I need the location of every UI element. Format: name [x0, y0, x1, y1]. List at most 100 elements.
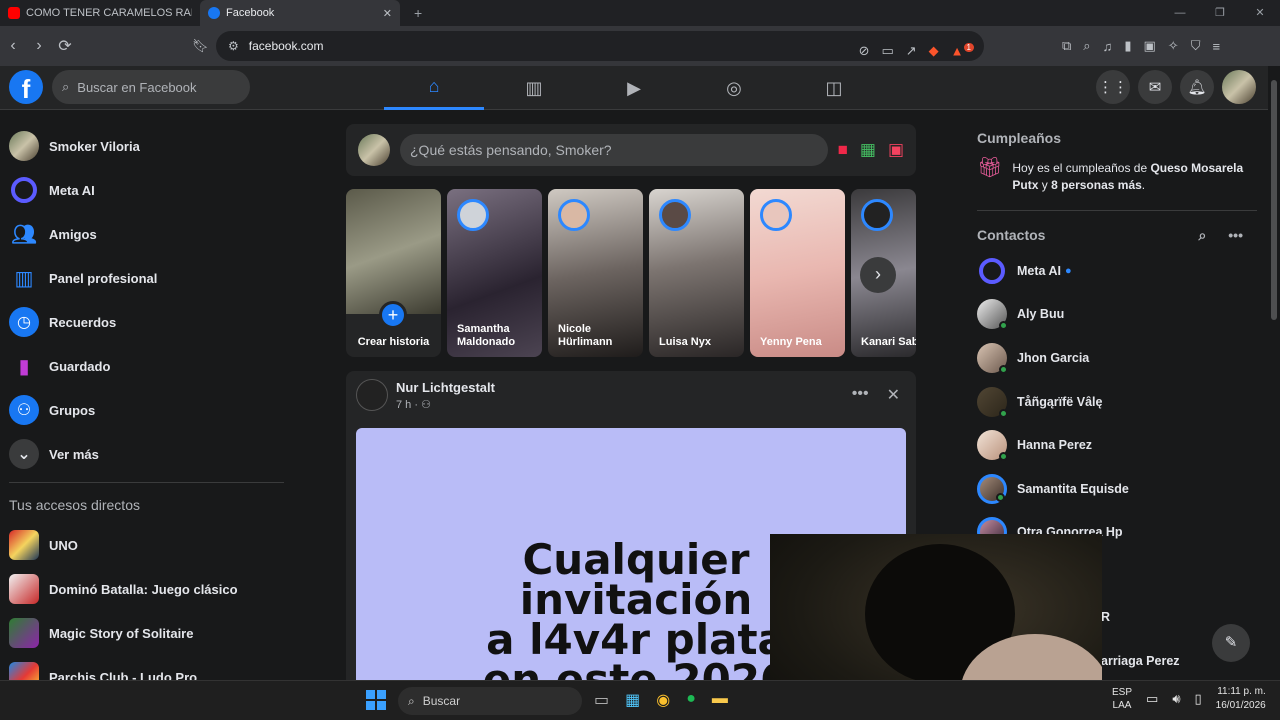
story-card[interactable]: Nicole Hürlimann [548, 189, 643, 357]
wallet-icon[interactable]: ▣ [1143, 38, 1155, 54]
live-video-icon[interactable]: ■ [838, 140, 848, 160]
site-info-icon[interactable]: ⚙︎ [228, 39, 239, 53]
sidebar-item-see-more[interactable]: ⌄ Ver más [0, 432, 295, 476]
nav-video-icon[interactable]: ▶ [584, 66, 684, 110]
contact-item-partial[interactable]: R [1101, 610, 1110, 624]
reel-icon[interactable]: ▣ [888, 140, 904, 160]
nav-groups-icon[interactable]: ◎ [684, 66, 784, 110]
sidebar-item-label: Grupos [49, 402, 96, 418]
tab-facebook[interactable]: Facebook ✕ [200, 0, 400, 26]
post-author-avatar[interactable] [356, 379, 388, 411]
contact-item[interactable]: Hanna Perez [977, 423, 1257, 467]
contacts-options-icon[interactable]: ••• [1228, 227, 1243, 244]
clock-date: 16/01/2026 [1215, 700, 1266, 711]
contact-item[interactable]: Jhon Garcia [977, 336, 1257, 380]
brave-shields-icon[interactable]: ◆ [929, 43, 939, 59]
story-card[interactable]: Samantha Maldonado [447, 189, 542, 357]
stories-next-button[interactable]: › [860, 257, 896, 293]
taskbar-search[interactable]: ⌕ Buscar [398, 687, 582, 715]
task-view-icon[interactable]: ▭ [594, 690, 609, 710]
sidebar-item-meta-ai[interactable]: Meta AI [0, 168, 295, 212]
create-story-card[interactable]: + Crear historia [346, 189, 441, 357]
search-contacts-icon[interactable]: ⌕ [1198, 227, 1206, 244]
search-input[interactable]: ⌕ Buscar en Facebook [52, 70, 250, 104]
more-options-icon[interactable]: ••• [852, 385, 869, 405]
nav-gaming-icon[interactable]: ◫ [784, 66, 884, 110]
share-icon[interactable]: ↗ [906, 43, 917, 59]
story-avatar [760, 199, 792, 231]
birthdays-heading: Cumpleaños [977, 130, 1062, 146]
volume-icon[interactable]: 🔊︎ [1172, 691, 1180, 707]
stories-row: + Crear historia Samantha Maldonado Nico… [346, 189, 916, 357]
shortcut-domino[interactable]: Dominó Batalla: Juego clásico [0, 567, 295, 611]
vpn-icon[interactable]: ⛉ [1191, 38, 1201, 54]
post-author[interactable]: Nur Lichtgestalt [396, 380, 495, 395]
nav-dashboard-icon[interactable]: ▥ [484, 66, 584, 110]
close-tab-icon[interactable]: ✕ [383, 7, 392, 20]
forward-button[interactable]: › [26, 37, 52, 55]
messenger-icon[interactable]: ✉ [1138, 70, 1172, 104]
battery-icon[interactable]: ▯ [1195, 691, 1202, 707]
address-bar[interactable]: ⚙︎ facebook.com ⊘ ▭ ↗ ◆ ▲ 1 [216, 31, 984, 61]
notifications-icon[interactable]: 🔔︎ [1180, 70, 1214, 104]
cast-icon[interactable]: ▭ [881, 43, 893, 59]
sidebar-item-label: Smoker Viloria [49, 138, 140, 154]
extensions-icon[interactable]: ⧉ [1062, 38, 1071, 54]
sidebar-item-dashboard[interactable]: ▥ Panel profesional [0, 256, 295, 300]
shortcut-uno[interactable]: UNO [0, 523, 295, 567]
page-scrollbar[interactable] [1268, 66, 1280, 680]
media-off-icon[interactable]: ⊘ [859, 43, 870, 59]
contact-item[interactable]: Tåñgąrïfë Vâlę [977, 380, 1257, 424]
sidebar-item-groups[interactable]: ⚇ Grupos [0, 388, 295, 432]
file-explorer-icon[interactable]: ▬ [712, 690, 728, 710]
media-icon[interactable]: ♫ [1103, 39, 1113, 54]
contact-item-partial[interactable]: arriaga Perez [1101, 654, 1180, 668]
maximize-button[interactable]: ❐ [1200, 0, 1240, 26]
nav-home-icon[interactable]: ⌂ [384, 66, 484, 110]
bookmark-icon[interactable]: 🔖︎ [192, 38, 209, 54]
minimize-button[interactable]: — [1160, 0, 1200, 26]
menu-icon[interactable]: ≡ [1212, 39, 1220, 54]
account-avatar[interactable] [1222, 70, 1256, 104]
contact-item[interactable]: Aly Buu [977, 293, 1257, 337]
network-icon[interactable]: ▭ [1146, 691, 1158, 707]
taskbar-clock[interactable]: 11:11 p. m. 16/01/2026 [1216, 685, 1266, 713]
facebook-logo[interactable]: f [9, 70, 43, 104]
birthday-item[interactable]: 🎁︎ Hoy es el cumpleaños de Queso Mosarel… [977, 158, 1257, 211]
close-icon[interactable]: ✕ [887, 385, 900, 405]
reload-button[interactable]: ⟳ [52, 36, 78, 56]
new-message-button[interactable]: ✎ [1212, 624, 1250, 662]
sidebar-item-saved[interactable]: ▮ Guardado [0, 344, 295, 388]
contact-item[interactable]: Samantita Equisde [977, 467, 1257, 511]
back-button[interactable]: ‹ [0, 37, 26, 55]
composer-input[interactable]: ¿Qué estás pensando, Smoker? [400, 134, 828, 166]
menu-grid-icon[interactable]: ⋮⋮ [1096, 70, 1130, 104]
sidebar-item-friends[interactable]: 👥︎ Amigos [0, 212, 295, 256]
shortcut-solitaire[interactable]: Magic Story of Solitaire [0, 611, 295, 655]
chrome-icon[interactable]: ◉ [656, 690, 670, 710]
new-tab-button[interactable]: + [414, 5, 422, 21]
tab-youtube[interactable]: COMO TENER CARAMELOS RAROS I [0, 0, 200, 26]
screenshot-icon[interactable]: ⌕ [1083, 38, 1090, 54]
windows-start-icon[interactable] [366, 690, 386, 710]
contact-item[interactable]: Meta AI ● [977, 249, 1257, 293]
photo-video-icon[interactable]: ▦ [860, 140, 876, 160]
story-name: Samantha Maldonado [457, 323, 516, 348]
sidebar-item-memories[interactable]: ◷ Recuerdos [0, 300, 295, 344]
plus-icon: + [379, 301, 407, 329]
spotify-icon[interactable]: ● [686, 690, 696, 710]
close-window-button[interactable]: ✕ [1240, 0, 1280, 26]
uno-game-icon [9, 530, 39, 560]
input-language[interactable]: ESP LAA [1112, 686, 1132, 712]
store-icon[interactable]: ▦ [625, 690, 640, 710]
post-time[interactable]: 7 h · [396, 399, 418, 411]
birthday-text: . [1141, 178, 1146, 192]
brave-rewards-icon[interactable]: ▲ 1 [951, 43, 974, 59]
scrollbar-thumb[interactable] [1271, 80, 1277, 320]
sidebar-icon[interactable]: ▮ [1124, 38, 1131, 54]
leo-ai-icon[interactable]: ✧ [1168, 38, 1179, 54]
story-name: Crear historia [357, 336, 430, 348]
story-card[interactable]: Luisa Nyx [649, 189, 744, 357]
sidebar-item-profile[interactable]: Smoker Viloria [0, 124, 295, 168]
story-card[interactable]: Yenny Pena [750, 189, 845, 357]
